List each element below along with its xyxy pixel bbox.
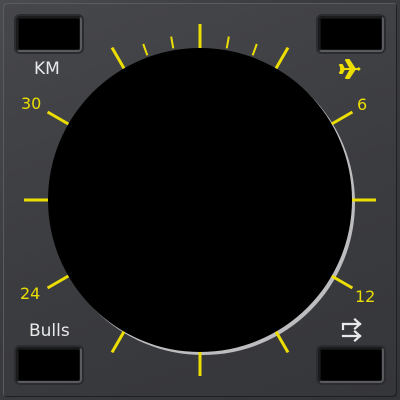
range-unit-label: KM xyxy=(34,59,60,79)
bearing-6-label: 6 xyxy=(357,95,368,114)
tick-mark xyxy=(274,330,290,354)
tick-mark xyxy=(46,274,70,290)
tick-mark xyxy=(225,36,230,49)
tick-mark xyxy=(330,110,354,126)
tick-mark xyxy=(251,43,258,56)
swap-arrows-icon xyxy=(341,318,362,342)
tick-mark xyxy=(110,46,126,70)
tick-mark xyxy=(170,36,175,49)
radar-display-panel: KM Bulls 30 6 24 12 xyxy=(0,0,400,400)
tick-mark xyxy=(274,46,290,70)
tick-mark xyxy=(46,110,70,126)
bearing-30-label: 30 xyxy=(21,94,42,113)
radar-display xyxy=(48,48,352,352)
bearing-24-label: 24 xyxy=(20,284,41,303)
tick-mark xyxy=(110,330,126,354)
airplane-icon xyxy=(339,59,361,79)
tick-mark xyxy=(330,274,354,290)
bullseye-label: Bulls xyxy=(29,321,70,341)
tick-mark xyxy=(142,43,149,56)
bearing-12-label: 12 xyxy=(355,287,376,306)
